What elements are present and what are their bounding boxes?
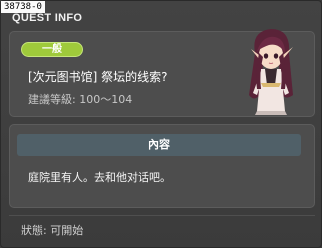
status-label: 狀態: [21,224,47,237]
quest-status: 狀態: 可開始 [21,222,83,238]
quest-name: [次元图书馆] 祭坛的线索? [28,70,168,84]
footer-divider [9,215,315,216]
quest-category-badge: 一般 [21,42,83,57]
quest-info-window: 38738-0 QUEST INFO 一般 [次元图书馆] 祭坛的线索? 建議等… [0,0,322,248]
quest-level: 建議等級: 100～104 [28,91,132,107]
quest-description: 庭院里有人。去和他对话吧。 [28,171,171,184]
npc-portrait-icon [249,29,293,115]
window-title: QUEST INFO [12,12,83,24]
level-range: 100～104 [79,93,133,106]
level-label: 建議等級: [28,93,76,106]
status-value: 可開始 [50,224,84,237]
content-section-header: 內容 [17,134,301,156]
